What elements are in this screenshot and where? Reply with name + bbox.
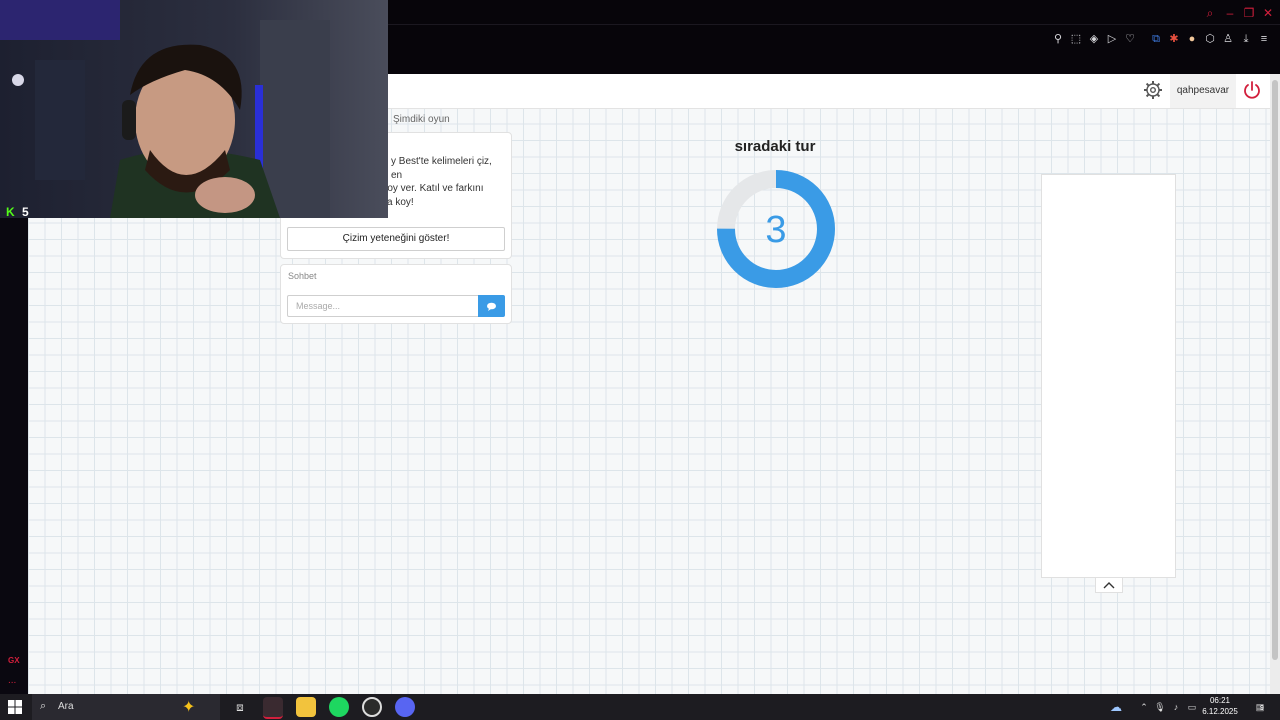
username-label[interactable]: qahpesavar [1170,74,1236,108]
gx-logo[interactable]: GX [8,656,20,665]
chat-message-input[interactable]: Message... [287,295,487,317]
side-panel [1041,174,1176,578]
countdown-ring: 3 [717,170,835,288]
chat-send-button[interactable] [478,295,505,317]
restore-icon[interactable]: ❐ [1241,5,1257,21]
discord-icon[interactable] [395,697,415,717]
download-icon[interactable]: ⤓ [1239,32,1253,46]
settings-gear-icon[interactable] [1143,80,1163,100]
extension-red-icon[interactable]: ✱ [1167,32,1181,46]
opera-gx-taskbar-icon[interactable] [263,697,283,719]
microphone-icon[interactable]: 🎙 [1154,701,1166,713]
power-icon[interactable] [1242,80,1262,100]
windows-start-icon[interactable] [8,700,22,714]
tab-strip-divider [388,24,1280,25]
obs-icon[interactable] [362,697,382,717]
volume-icon[interactable]: ♪ [1170,701,1182,713]
snapshot-icon[interactable]: ⬚ [1069,32,1083,46]
heart-icon[interactable]: ♡ [1123,32,1137,46]
spotify-icon[interactable] [329,697,349,717]
chevron-up-icon[interactable]: ⌃ [1138,701,1150,713]
taskbar-date[interactable]: 6.12.2025 [1200,707,1240,716]
next-round-title: sıradaki tur [734,138,816,155]
chat-title: Sohbet [288,271,317,281]
pin-icon[interactable]: ⚲ [1051,32,1065,46]
file-explorer-icon[interactable] [296,697,316,717]
search-icon[interactable]: ⌕ [1202,5,1218,21]
scrollbar-thumb[interactable] [1272,80,1278,660]
notification-count: 9 [1260,705,1264,712]
chevron-up-icon[interactable] [1095,578,1123,593]
menu-icon[interactable]: ≡ [1257,32,1271,46]
task-view-icon[interactable]: ⧈ [230,697,250,717]
minimize-icon[interactable]: – [1222,5,1238,21]
current-game-label[interactable]: Şimdiki oyun [393,114,450,125]
app-header [360,74,1270,109]
translate-icon[interactable]: ⧉ [1149,32,1163,46]
play-icon[interactable]: ▷ [1105,32,1119,46]
extension-egg-icon[interactable]: ● [1185,32,1199,46]
copilot-sparkle-icon[interactable]: ✦ [182,697,195,717]
weather-icon[interactable]: ☁ [1108,701,1124,713]
taskbar-search-label: Ara [58,701,74,712]
sidebar-more-icon[interactable]: ... [8,675,16,686]
countdown-number: 3 [765,209,786,251]
kick-logo: K [6,205,15,219]
extensions-icon[interactable]: ⬡ [1203,32,1217,46]
shield-icon[interactable]: ◈ [1087,32,1101,46]
search-icon: ⌕ [40,700,47,712]
taskbar-time[interactable]: 06:21 [1200,696,1240,705]
network-icon[interactable]: ▭ [1186,701,1198,713]
wallet-icon[interactable]: ♙ [1221,32,1235,46]
show-drawing-skill-button[interactable]: Çizim yeteneğini göster! [287,227,505,251]
webcam-overlay [0,0,388,218]
viewer-count: 5 [22,205,29,219]
close-icon[interactable]: ✕ [1260,5,1276,21]
